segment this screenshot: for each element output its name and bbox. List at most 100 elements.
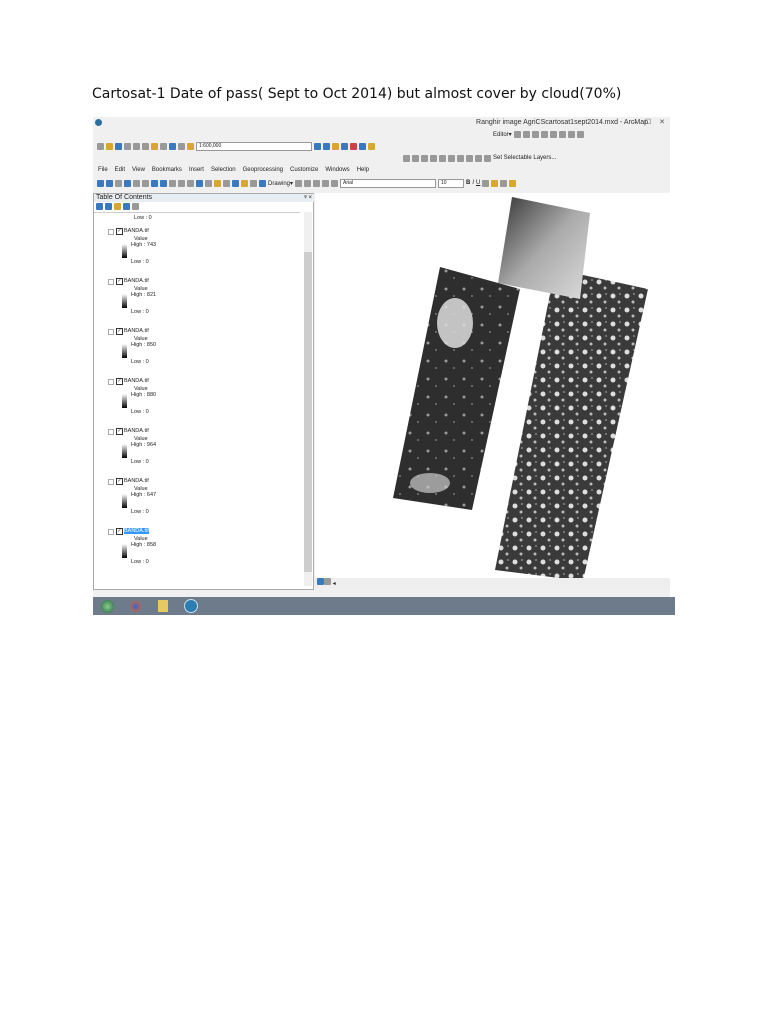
window-title: Ranghir image AgriCScartosat1sept2014.mx… (476, 119, 648, 126)
color-ramp (122, 244, 127, 258)
expand-toggle[interactable] (108, 529, 114, 535)
layer-visibility-checkbox[interactable]: ✓ (116, 528, 123, 535)
legend-low: Low : 0 (131, 509, 149, 515)
toc-scrollbar[interactable] (304, 212, 312, 586)
layer-name[interactable]: BANDA.tif (124, 478, 149, 484)
expand-toggle[interactable] (108, 379, 114, 385)
expand-toggle[interactable] (108, 329, 114, 335)
standard-toolbar: 1:600,000 (97, 141, 375, 151)
menu-file[interactable]: File (98, 167, 108, 173)
arcmap-taskbar-icon[interactable] (182, 598, 200, 614)
title-bar: Ranghir image AgriCScartosat1sept2014.mx… (93, 117, 670, 128)
font-select[interactable]: Arial (340, 178, 437, 188)
find-icon[interactable] (223, 179, 230, 187)
save-icon[interactable] (115, 142, 122, 150)
layer-name[interactable]: BANDA.tif (124, 378, 149, 384)
expand-toggle[interactable] (108, 229, 114, 235)
scroll-thumb[interactable] (304, 252, 312, 572)
scale-select[interactable]: 1:600,000 (196, 141, 312, 151)
copy-icon[interactable] (142, 142, 149, 150)
color-ramp (122, 394, 127, 408)
identify-icon[interactable] (196, 179, 203, 187)
legend-low: Low : 0 (131, 559, 149, 565)
full-extent-icon[interactable] (124, 179, 131, 187)
drawing-menu[interactable]: Drawing▾ (268, 180, 293, 187)
editor-toolbar: Editor▾ (493, 129, 584, 139)
toc-title: Table Of Contents (96, 194, 153, 201)
layer-name[interactable]: BANDA.tif (124, 278, 149, 284)
layer-visibility-checkbox[interactable]: ✓ (116, 378, 123, 385)
set-selectable-layers[interactable]: Set Selectable Layers... (493, 155, 556, 161)
editor-menu[interactable]: Editor▾ (493, 131, 512, 138)
bold-button[interactable]: B (466, 180, 470, 186)
menu-customize[interactable]: Customize (290, 167, 318, 173)
list-by-drawing-order-icon[interactable] (96, 203, 103, 210)
layer-name[interactable]: BANDA.tif (124, 428, 149, 434)
legend-high: High : 743 (131, 242, 157, 248)
layer-name[interactable]: BANDA.tif (124, 228, 149, 234)
delete-icon[interactable] (160, 142, 167, 150)
menu-bookmarks[interactable]: Bookmarks (152, 167, 182, 173)
zoom-out-icon[interactable] (106, 179, 113, 187)
color-ramp (122, 544, 127, 558)
layer-name[interactable]: BANDA.tif (124, 528, 149, 534)
folder-icon[interactable] (154, 598, 172, 614)
font-size-select[interactable]: 10 (438, 178, 465, 188)
arcmap-screenshot: Ranghir image AgriCScartosat1sept2014.mx… (93, 117, 675, 615)
list-by-source-icon[interactable] (105, 203, 112, 210)
layer-visibility-checkbox[interactable]: ✓ (116, 278, 123, 285)
layer-visibility-checkbox[interactable]: ✓ (116, 428, 123, 435)
zoom-in-icon[interactable] (97, 179, 104, 187)
layer-name[interactable]: BANDA.tif (124, 328, 149, 334)
menu-selection[interactable]: Selection (211, 167, 236, 173)
select-icon[interactable] (187, 179, 194, 187)
layer-visibility-checkbox[interactable]: ✓ (116, 478, 123, 485)
map-view[interactable] (315, 193, 670, 581)
expand-toggle[interactable] (108, 279, 114, 285)
menu-windows[interactable]: Windows (325, 167, 349, 173)
options-icon[interactable] (132, 203, 139, 210)
menu-view[interactable]: View (132, 167, 145, 173)
legend-high: High : 850 (131, 342, 157, 348)
legend-high: High : 964 (131, 442, 157, 448)
tools-toolbar: Drawing▾ Arial 10 B I U (97, 178, 517, 188)
menu-bar: File Edit View Bookmarks Insert Selection Geop… (98, 167, 369, 173)
color-ramp (122, 294, 127, 308)
color-ramp (122, 344, 127, 358)
redo-icon[interactable] (178, 142, 185, 150)
pan-icon[interactable] (115, 179, 122, 187)
layer-visibility-checkbox[interactable]: ✓ (116, 328, 123, 335)
undo-icon[interactable] (169, 142, 176, 150)
firefox-icon[interactable] (126, 598, 144, 614)
underline-button[interactable]: U (476, 180, 480, 186)
list-by-selection-icon[interactable] (123, 203, 130, 210)
new-icon[interactable] (97, 142, 104, 150)
start-button[interactable] (98, 598, 116, 614)
legend-low: Low : 0 (131, 309, 149, 315)
table-of-contents: Table Of Contents ᵠ × Low : 0 ✓ BANDA.tif V… (93, 193, 315, 590)
menu-help[interactable]: Help (357, 167, 369, 173)
window-controls[interactable]: – ☐ ✕ (633, 118, 668, 126)
legend-high: High : 880 (131, 392, 157, 398)
status-bar: ◂ (315, 578, 670, 588)
arcmap-icon (95, 119, 102, 126)
list-by-visibility-icon[interactable] (114, 203, 121, 210)
color-ramp (122, 444, 127, 458)
italic-button[interactable]: I (472, 180, 474, 186)
expand-toggle[interactable] (108, 429, 114, 435)
expand-toggle[interactable] (108, 479, 114, 485)
layer-visibility-checkbox[interactable]: ✓ (116, 228, 123, 235)
menu-geoprocessing[interactable]: Geoprocessing (243, 167, 283, 173)
cut-icon[interactable] (133, 142, 140, 150)
print-icon[interactable] (124, 142, 131, 150)
taskbar (93, 597, 675, 615)
paste-icon[interactable] (151, 142, 158, 150)
scroll-left-button[interactable]: ◂ (333, 581, 336, 587)
raster-images (393, 197, 648, 581)
menu-insert[interactable]: Insert (189, 167, 204, 173)
add-data-icon[interactable] (187, 142, 194, 150)
document-page: Cartosat-1 Date of pass( Sept to Oct 201… (0, 0, 768, 1024)
open-icon[interactable] (106, 142, 113, 150)
menu-edit[interactable]: Edit (115, 167, 125, 173)
toc-close-button[interactable]: ᵠ × (304, 194, 312, 202)
